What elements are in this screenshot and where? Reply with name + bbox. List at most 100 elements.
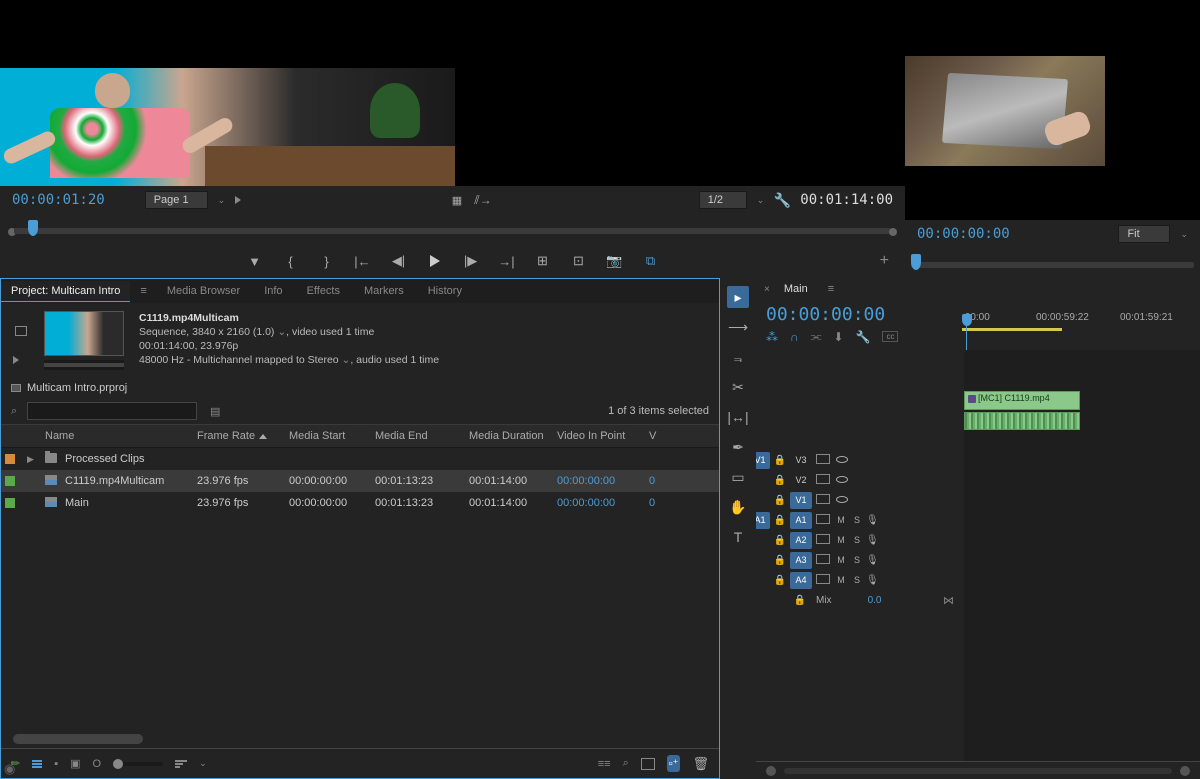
eye-icon[interactable] <box>834 494 850 506</box>
program-timecode[interactable]: 00:00:00:00 <box>917 226 1010 242</box>
timeline-zoom-scrollbar[interactable] <box>756 761 1200 779</box>
filter-bin-icon[interactable]: ▤ <box>207 404 223 418</box>
search-input[interactable] <box>27 402 197 420</box>
tab-project[interactable]: Project: Multicam Intro <box>1 281 130 302</box>
list-row-folder[interactable]: ▶ Processed Clips <box>1 448 719 470</box>
new-bin-icon[interactable] <box>641 758 655 770</box>
lock-icon[interactable]: 🔒 <box>772 575 788 586</box>
new-item-icon[interactable]: ▫⁺ <box>667 755 681 772</box>
lock-icon[interactable]: 🔒 <box>772 515 788 526</box>
safe-margins-icon[interactable]: ▦ <box>449 192 465 208</box>
sync-lock-icon[interactable] <box>814 474 832 487</box>
clip-meta-video[interactable]: Sequence, 3840 x 2160 (1.0) <box>139 326 286 338</box>
icon-view-icon[interactable]: ▪ <box>54 758 58 770</box>
program-ruler[interactable] <box>905 248 1200 278</box>
timeline-playhead[interactable] <box>962 314 972 326</box>
sync-lock-icon[interactable] <box>814 534 832 547</box>
comparison-view-icon[interactable]: ⧉ <box>642 252 660 270</box>
source-playhead[interactable] <box>28 220 38 236</box>
voiceover-icon[interactable]: 🎙 <box>866 575 879 586</box>
trash-icon[interactable]: 🗑 <box>692 756 709 772</box>
eye-icon[interactable] <box>834 454 850 466</box>
slip-tool-icon[interactable]: |↔| <box>727 406 749 428</box>
rectangle-tool-icon[interactable]: ▭ <box>727 466 749 488</box>
list-row-sequence[interactable]: Main 23.976 fps 00:00:00:00 00:01:13:23 … <box>1 492 719 514</box>
bow-tie-icon[interactable]: ⋈ <box>943 594 954 607</box>
track-header-a4[interactable]: 🔒 A4 M S 🎙 <box>756 570 964 590</box>
find-icon[interactable]: ⌕ <box>623 757 629 770</box>
clip-meta-audio[interactable]: 48000 Hz - Multichannel mapped to Stereo <box>139 354 350 366</box>
ripple-edit-tool-icon[interactable]: ⫬ <box>727 346 749 368</box>
track-select-tool-icon[interactable]: ⟶ <box>727 316 749 338</box>
tab-info[interactable]: Info <box>254 281 292 301</box>
track-header-v2[interactable]: 🔒 V2 <box>756 470 964 490</box>
sync-lock-icon[interactable] <box>814 454 832 467</box>
lock-icon[interactable]: 🔒 <box>772 495 788 506</box>
col-video-in[interactable]: Video In Point <box>549 428 641 444</box>
mark-in-bracket-icon[interactable]: { <box>282 252 300 270</box>
mute-button[interactable]: M <box>834 575 848 585</box>
close-icon[interactable]: × <box>764 284 770 295</box>
col-media-start[interactable]: Media Start <box>281 428 367 444</box>
voiceover-icon[interactable]: 🎙 <box>866 515 879 526</box>
selection-tool-icon[interactable]: ▸ <box>727 286 749 308</box>
lock-icon[interactable]: 🔒 <box>772 535 788 546</box>
horizontal-scrollbar[interactable] <box>13 734 143 744</box>
mute-button[interactable]: M <box>834 515 848 525</box>
sync-lock-icon[interactable] <box>814 494 832 507</box>
thumbnail-zoom-slider[interactable] <box>113 762 163 766</box>
source-timecode-out[interactable]: 00:01:14:00 <box>800 192 893 208</box>
insert-icon[interactable]: ⊞ <box>534 252 552 270</box>
source-ruler[interactable] <box>0 214 905 244</box>
go-to-in-icon[interactable]: |← <box>354 252 372 270</box>
col-media-duration[interactable]: Media Duration <box>461 428 549 444</box>
snap-icon[interactable]: ⁂ <box>766 330 778 344</box>
track-header-v1[interactable]: 🔒 V1 <box>756 490 964 510</box>
track-header-v3[interactable]: V1 🔒 V3 <box>756 450 964 470</box>
scroll-handle-right[interactable] <box>1180 766 1190 776</box>
source-timecode-in[interactable]: 00:00:01:20 <box>12 192 105 208</box>
sync-lock-icon[interactable] <box>814 514 832 527</box>
marker-icon[interactable]: ⬇ <box>833 330 843 344</box>
settings-wrench-icon[interactable]: 🔧 <box>774 192 790 208</box>
tab-history[interactable]: History <box>418 281 472 301</box>
list-row-sequence[interactable]: C1119.mp4Multicam 23.976 fps 00:00:00:00… <box>1 470 719 492</box>
automate-to-sequence-icon[interactable]: ≡≡ <box>598 758 611 770</box>
lock-icon[interactable]: 🔒 <box>792 595 808 606</box>
freeform-view-icon[interactable]: ▣ <box>70 757 80 770</box>
program-playhead[interactable] <box>911 254 921 270</box>
track-header-a1[interactable]: A1 🔒 A1 M S 🎙 <box>756 510 964 530</box>
tab-markers[interactable]: Markers <box>354 281 414 301</box>
timeline-timecode[interactable]: 00:00:00:00 <box>766 304 962 325</box>
program-zoom-dropdown[interactable]: Fit <box>1118 225 1170 243</box>
step-forward-icon[interactable]: |▶ <box>462 252 480 270</box>
clip-thumbnail[interactable] <box>44 311 124 356</box>
track-header-a3[interactable]: 🔒 A3 M S 🎙 <box>756 550 964 570</box>
list-view-icon[interactable] <box>32 760 42 768</box>
tab-effects[interactable]: Effects <box>297 281 350 301</box>
multicam-icon[interactable]: ⫽→ <box>475 192 491 208</box>
hand-tool-icon[interactable]: ✋ <box>727 496 749 518</box>
creative-cloud-icon[interactable]: ◉ <box>4 761 15 777</box>
panel-menu-icon[interactable]: ≡ <box>134 285 152 297</box>
panel-menu-icon[interactable]: ≡ <box>822 283 840 295</box>
clip-scrubber[interactable] <box>44 360 124 370</box>
lock-icon[interactable]: 🔒 <box>772 555 788 566</box>
solo-button[interactable]: S <box>850 515 864 525</box>
export-frame-icon[interactable]: 📷 <box>606 252 624 270</box>
cc-icon[interactable]: cc <box>882 331 898 342</box>
mix-value[interactable]: 0.0 <box>868 595 882 606</box>
playback-resolution-dropdown[interactable]: 1/2 <box>699 191 747 209</box>
solo-button[interactable]: S <box>850 575 864 585</box>
overwrite-icon[interactable]: ⊡ <box>570 252 588 270</box>
pen-tool-icon[interactable]: ✒ <box>727 436 749 458</box>
tab-media-browser[interactable]: Media Browser <box>157 281 250 301</box>
program-viewer[interactable] <box>905 0 1200 220</box>
voiceover-icon[interactable]: 🎙 <box>866 535 879 546</box>
sync-lock-icon[interactable] <box>814 574 832 587</box>
page-dropdown[interactable]: Page 1 <box>145 191 208 209</box>
step-back-icon[interactable]: ◀| <box>390 252 408 270</box>
mix-track[interactable]: 🔒 Mix 0.0 ⋈ <box>756 590 964 610</box>
timeline-ruler[interactable]: :00:00 00:00:59:22 00:01:59:21 <box>962 304 1190 346</box>
solo-button[interactable]: S <box>850 555 864 565</box>
